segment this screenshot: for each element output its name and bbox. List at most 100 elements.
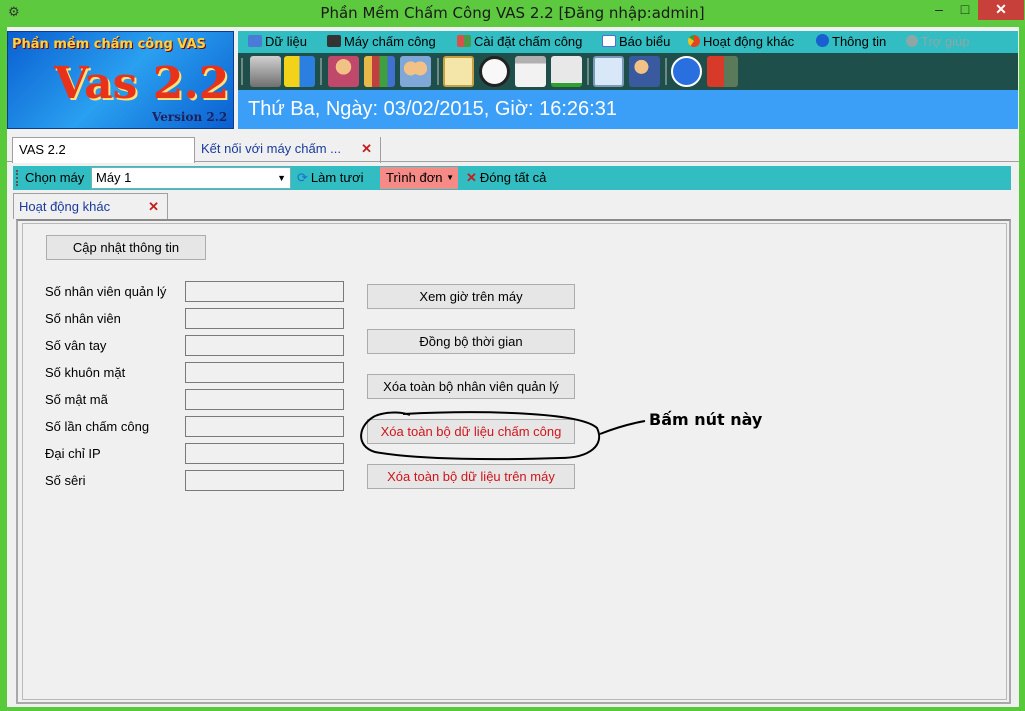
field-label: Số nhân viên quản lý [45,284,167,299]
menu-label: Báo biểu [619,34,671,49]
serial-number-field[interactable] [185,470,344,491]
sync-arrows-icon[interactable] [284,56,315,87]
menu-dropdown-button[interactable]: Trình đơn ▼ [380,167,458,189]
device-tool-icon[interactable] [250,56,281,87]
exit-icon[interactable] [707,56,738,87]
menu-label: Thông tin [832,34,887,49]
menu-label: Hoạt động khác [703,34,795,49]
choose-machine-label: Chọn máy [25,170,85,185]
app-logo: Phần mềm chấm công VAS Vas 2.2 Version 2… [7,31,234,129]
tab-label: Kết nối với máy chấm ... [201,141,342,156]
delete-device-data-button[interactable]: Xóa toàn bộ dữ liệu trên máy [367,464,575,489]
device-icon [327,35,341,47]
update-info-button[interactable]: Cập nhật thông tin [46,235,206,260]
field-label: Số lần chấm công [45,419,150,434]
database-icon [248,35,262,47]
toolbar-separator [320,58,322,85]
user-info-icon[interactable] [629,56,660,87]
refresh-button[interactable]: ⟳ Làm tươi [297,170,364,186]
date-time-bar: Thứ Ba, Ngày: 03/02/2015, Giờ: 16:26:31 [238,90,1018,129]
employees-count-field[interactable] [185,308,344,329]
info-circle-icon[interactable] [671,56,702,87]
menu-thong-tin[interactable]: Thông tin [816,33,886,51]
machine-select-value: Máy 1 [96,170,132,185]
field-label: Số khuôn mặt [45,365,126,380]
checklist-icon[interactable] [551,56,582,87]
field-label: Số nhân viên [45,311,121,326]
tab-label: VAS 2.2 [19,142,66,157]
chevron-down-icon: ▼ [446,173,454,182]
employee-icon[interactable] [328,56,359,87]
delete-attendance-data-button[interactable]: Xóa toàn bộ dữ liệu chấm công [367,419,575,444]
toolbar-separator [665,58,667,85]
help-icon [906,35,918,47]
delete-managers-button[interactable]: Xóa toàn bộ nhân viên quản lý [367,374,575,399]
logo-top-text: Phần mềm chấm công VAS [12,37,206,52]
title-bar: ⚙ Phần Mềm Chấm Công VAS 2.2 [Đăng nhập:… [0,0,1025,27]
pie-icon [688,35,700,47]
tab-ket-noi[interactable]: Kết nối với máy chấm ... ✕ [195,137,381,163]
icon-toolbar [238,53,1018,90]
edit-note-icon[interactable] [443,56,474,87]
logo-version-text: Version 2.2 [152,110,228,124]
passwords-count-field[interactable] [185,389,344,410]
menu-label: Cài đặt chấm công [474,34,583,49]
menu-tro-giup[interactable]: Trợ giúp [906,33,970,51]
menu-hoat-dong-khac[interactable]: Hoạt động khác [688,33,794,51]
maximize-button[interactable]: □ [952,0,978,20]
machine-toolbar: Chọn máy Máy 1 ▼ ⟳ Làm tươi Trình đơn ▼ ✕… [13,166,1011,190]
search-doc-icon[interactable] [593,56,624,87]
info-icon [816,34,829,47]
ip-address-field[interactable] [185,443,344,464]
clock-icon[interactable] [479,56,510,87]
refresh-label: Làm tươi [310,170,364,185]
menu-bao-bieu[interactable]: Báo biểu [602,33,670,51]
logo-main-text: Vas 2.2 [54,58,230,109]
sync-time-button[interactable]: Đồng bộ thời gian [367,329,575,354]
managers-count-field[interactable] [185,281,344,302]
toolbar-separator [437,58,439,85]
calendar-icon[interactable] [515,56,546,87]
fingerprints-count-field[interactable] [185,335,344,356]
window-border [1019,27,1025,711]
close-tab-icon[interactable]: ✕ [148,194,159,220]
field-label: Đại chỉ IP [45,446,101,461]
field-label: Số vân tay [45,338,107,353]
close-button[interactable]: ✕ [978,0,1024,20]
toolbar-separator [241,58,243,85]
date-time-text: Thứ Ba, Ngày: 03/02/2015, Giờ: 16:26:31 [248,98,617,120]
menu-bar: Dữ liệu Máy chấm công Cài đặt chấm công … [238,31,1018,53]
menu-label: Máy chấm công [344,34,436,49]
toolbar-separator [587,58,589,85]
close-all-label: Đóng tất cả [479,170,547,185]
menu-du-lieu[interactable]: Dữ liệu [248,33,307,51]
annotation-text: Bấm nút này [649,410,763,429]
minimize-button[interactable]: – [926,0,952,20]
field-label: Số mật mã [45,392,108,407]
view-device-time-button[interactable]: Xem giờ trên máy [367,284,575,309]
chart-bars-icon[interactable] [364,56,395,87]
faces-count-field[interactable] [185,362,344,383]
close-icon: ✕ [466,170,477,185]
close-tab-icon[interactable]: ✕ [361,137,372,161]
attendance-count-field[interactable] [185,416,344,437]
tab-hoat-dong-khac[interactable]: Hoạt động khác ✕ [13,193,168,219]
menu-may-cham-cong[interactable]: Máy chấm công [327,33,436,51]
menu-label: Dữ liệu [265,34,307,49]
window-title: Phần Mềm Chấm Công VAS 2.2 [Đăng nhập:ad… [320,4,705,22]
document-tabs: VAS 2.2 Kết nối với máy chấm ... ✕ [7,134,1019,163]
field-label: Số sêri [45,473,86,488]
close-all-button[interactable]: ✕ Đóng tất cả [466,170,546,186]
tab-label: Hoạt động khác [19,199,111,214]
settings-grid-icon [457,35,471,47]
menu-dropdown-label: Trình đơn [386,170,443,185]
report-icon [602,35,616,47]
tab-vas[interactable]: VAS 2.2 [12,137,195,163]
menu-label: Trợ giúp [921,34,970,49]
machine-select[interactable]: Máy 1 ▼ [91,167,291,189]
group-users-icon[interactable] [400,56,431,87]
menu-cai-dat-cham-cong[interactable]: Cài đặt chấm công [457,33,582,51]
chevron-down-icon: ▼ [277,173,286,183]
toolbar-grip[interactable] [16,170,19,186]
refresh-icon: ⟳ [297,170,308,185]
